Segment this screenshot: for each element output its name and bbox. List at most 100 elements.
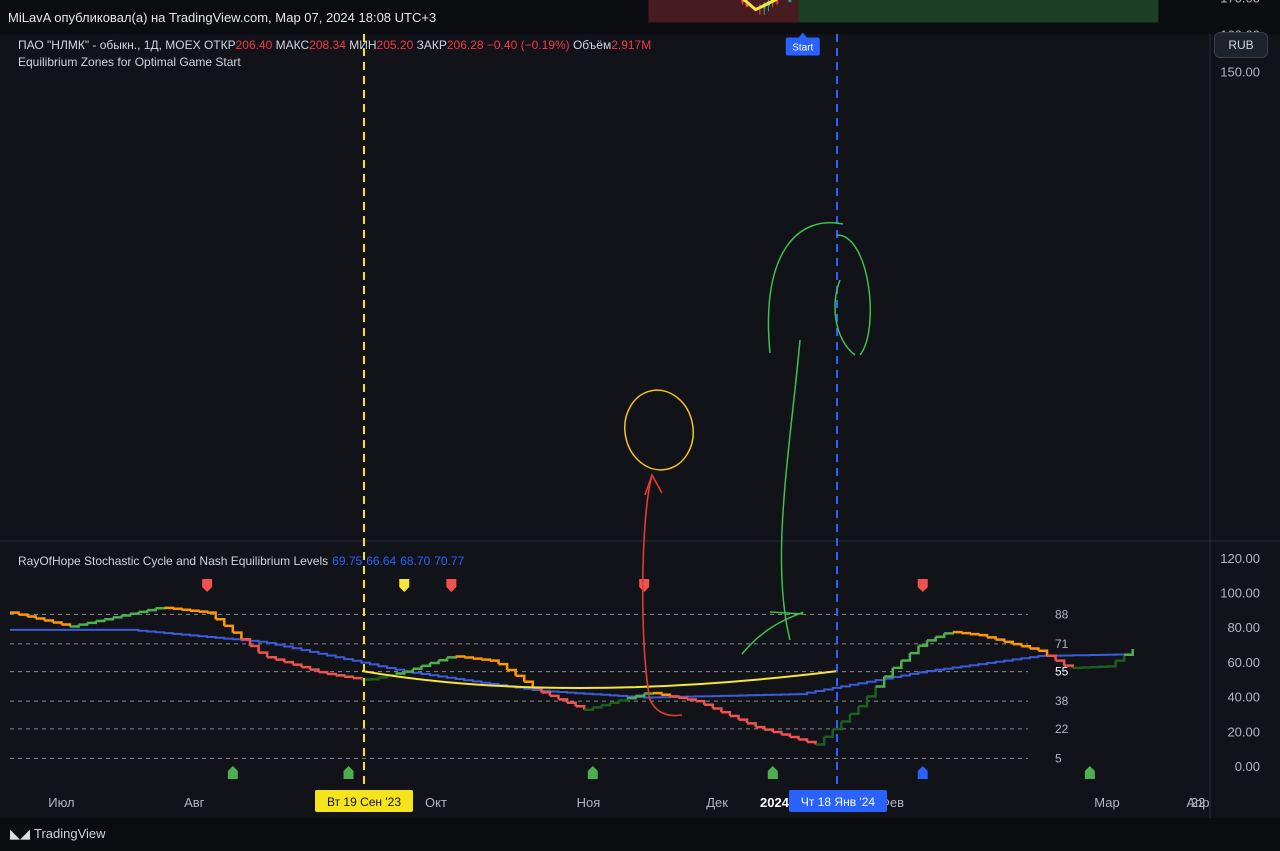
osc-seg — [207, 611, 217, 620]
osc-seg — [61, 623, 72, 627]
osc-seg — [635, 693, 646, 698]
osc-seg — [969, 632, 980, 636]
tradingview-logo[interactable]: ◣◢ TradingView — [10, 826, 106, 842]
osc-seg — [678, 696, 689, 700]
osc-seg — [429, 660, 440, 665]
x-tick-3: Окт — [425, 795, 447, 810]
equilibrium-zones — [648, 0, 1159, 23]
indicator2-legend[interactable]: RayOfHope Stochastic Cycle and Nash Equi… — [18, 554, 464, 568]
osc-level-label-5: 5 — [1055, 751, 1062, 765]
osc-seg — [95, 619, 106, 623]
osc-seg — [112, 615, 123, 619]
osc-seg — [1029, 647, 1040, 651]
osc-level-label-3: 38 — [1055, 694, 1069, 708]
osc-seg — [352, 676, 363, 680]
osc-seg — [104, 617, 115, 621]
osc-marker-bottom-1 — [343, 766, 354, 779]
indicator1-legend[interactable]: Equilibrium Zones for Optimal Game Start — [18, 55, 241, 69]
change-value: −0.40 (−0.19%) — [486, 38, 570, 52]
osc-seg — [841, 713, 852, 723]
symbol-name[interactable]: ПАО "НЛМК" - обыкн., 1Д, MOEX — [18, 38, 201, 52]
osc-seg — [1115, 654, 1126, 662]
indicator2-value-2: 66.64 — [366, 554, 397, 568]
osc-seg — [704, 703, 715, 709]
x-tick-0: Июл — [48, 795, 74, 810]
osc-seg — [327, 672, 337, 676]
osc-equilibrium-curve — [361, 670, 839, 689]
osc-seg — [1021, 645, 1032, 649]
osc-seg — [318, 670, 329, 675]
x-tick-1: Авг — [184, 795, 205, 810]
chart-canvas[interactable]: 257.80246.68235.56224.44213.32202.20191.… — [0, 0, 1280, 851]
low-label: МИН — [349, 38, 377, 52]
osc-seg — [661, 693, 672, 697]
osc-seg — [421, 663, 432, 668]
osc-marker-top-1 — [399, 579, 410, 592]
candle-body — [788, 0, 792, 2]
osc-marker-top-4 — [917, 579, 928, 592]
osc-seg — [995, 638, 1006, 642]
osc-seg — [1012, 642, 1023, 647]
osc-marker-bottom-2 — [587, 766, 598, 779]
osc-seg — [344, 675, 355, 679]
osc-tick-3: 60.00 — [1227, 655, 1260, 670]
osc-tick-0: 120.00 — [1220, 551, 1260, 566]
volume-label: Объём — [572, 38, 612, 52]
osc-seg — [1038, 649, 1049, 656]
indicator2-value-3: 68.70 — [400, 554, 431, 568]
osc-seg — [35, 617, 46, 621]
osc-seg — [215, 618, 226, 626]
signal-start-label: Start — [785, 32, 820, 56]
osc-marker-top-2 — [446, 579, 457, 592]
indicator2-value-4: 70.77 — [434, 554, 465, 568]
osc-marker-bottom-5 — [1084, 766, 1095, 779]
open-value: 206.40 — [235, 38, 273, 52]
zone-lower-3 — [798, 0, 1159, 23]
signal-pointer — [798, 32, 807, 38]
date-marker-label-2: Чт 18 Янв '24 — [789, 790, 887, 812]
osc-marker-top-3 — [639, 579, 650, 592]
osc-seg — [764, 728, 775, 733]
close-label: ЗАКР — [416, 38, 447, 52]
symbol-legend: ПАО "НЛМК" - обыкн., 1Д, MOEX ОТКР206.40… — [18, 38, 651, 52]
osc-seg — [258, 651, 269, 658]
osc-seg — [1124, 649, 1134, 657]
osc-seg — [721, 710, 732, 716]
osc-seg — [472, 657, 483, 660]
osc-level-label-4: 22 — [1055, 722, 1069, 736]
osc-seg — [52, 621, 63, 625]
osc-seg — [447, 656, 457, 659]
osc-seg — [275, 658, 286, 663]
annotation-yellow-circle — [624, 389, 694, 471]
high-label: МАКС — [275, 38, 310, 52]
osc-level-label-0: 88 — [1055, 607, 1069, 621]
osc-seg — [592, 705, 603, 709]
osc-tick-1: 100.00 — [1220, 586, 1260, 601]
osc-seg — [789, 735, 800, 740]
x-tick-4: Ноя — [577, 795, 601, 810]
indicator2-title: RayOfHope Stochastic Cycle and Nash Equi… — [18, 554, 329, 568]
annotation-red-arrow — [641, 474, 683, 717]
price-tick-10: 170.00 — [1220, 0, 1260, 6]
candle-body — [775, 1, 779, 3]
osc-seg — [189, 609, 200, 612]
osc-seg — [284, 660, 295, 665]
osc-seg — [181, 608, 192, 611]
osc-marker-bottom-4 — [917, 766, 928, 779]
osc-seg — [935, 633, 946, 639]
osc-seg — [481, 658, 492, 661]
osc-seg — [267, 655, 277, 660]
osc-seg — [147, 608, 157, 612]
currency-button[interactable]: RUB — [1214, 32, 1268, 58]
brand-text: TradingView — [34, 826, 106, 841]
date-marker-text: Вт 19 Сен '23 — [327, 795, 401, 809]
volume-value: 2.917M — [611, 38, 652, 52]
osc-seg — [849, 706, 860, 716]
osc-seg — [652, 691, 663, 695]
osc-seg — [455, 655, 466, 658]
osc-seg — [224, 624, 235, 633]
low-value: 205.20 — [376, 38, 414, 52]
x-tick-8: Мар — [1094, 795, 1119, 810]
open-label: ОТКР — [203, 38, 236, 52]
annotation-green-loops — [767, 222, 871, 641]
